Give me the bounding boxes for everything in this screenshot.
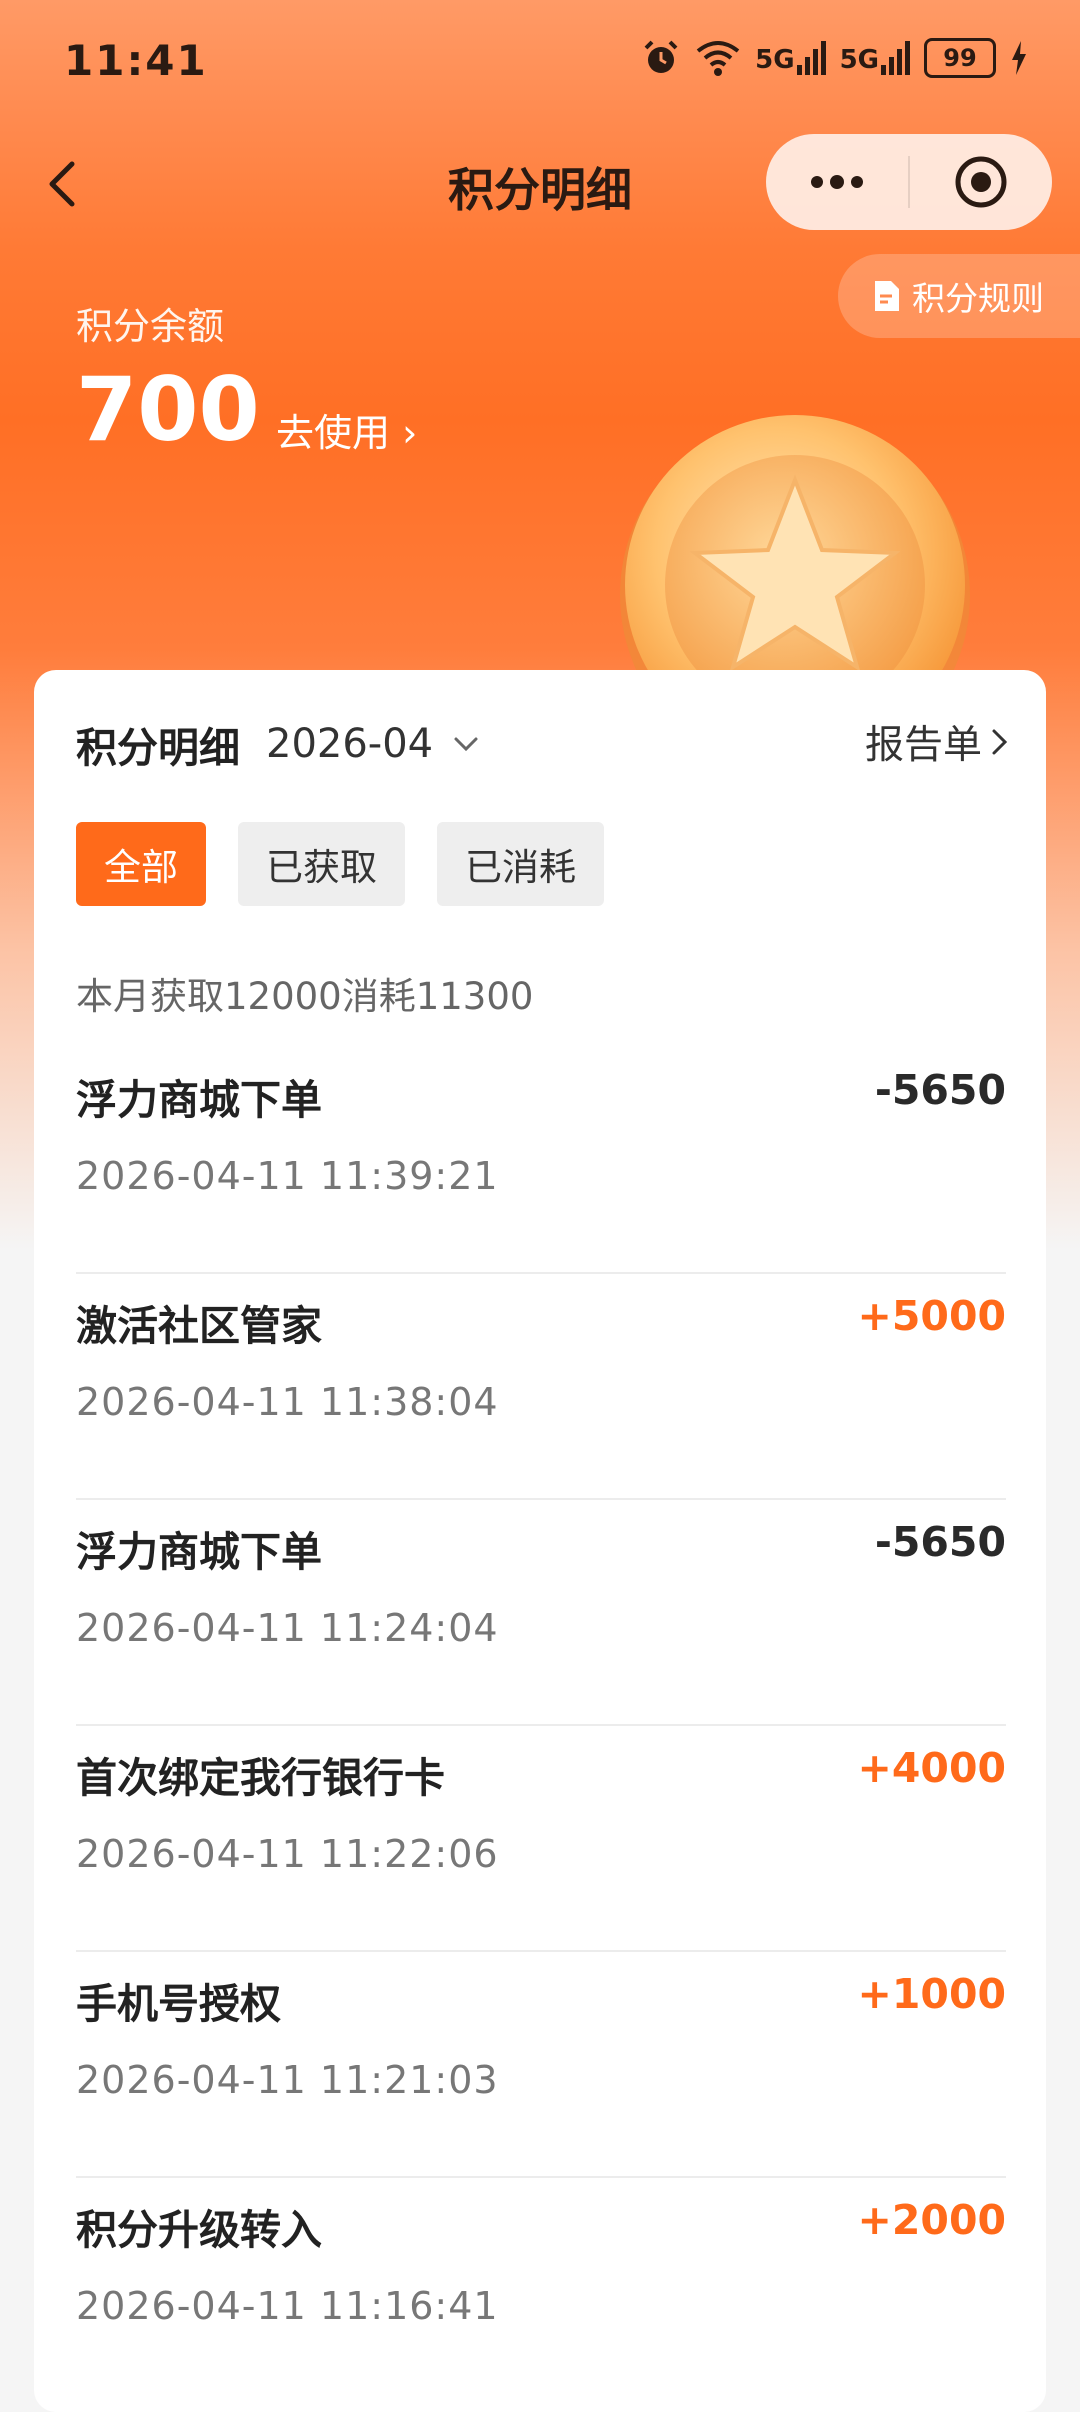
list-item[interactable]: 手机号授权 2026-04-11 11:21:03 +1000 (76, 1952, 1006, 2178)
record-title: 浮力商城下单 (76, 1528, 322, 1576)
record-title: 首次绑定我行银行卡 (76, 1754, 445, 1802)
list-item[interactable]: 首次绑定我行银行卡 2026-04-11 11:22:06 +4000 (76, 1726, 1006, 1952)
balance-label: 积分余额 (76, 305, 224, 348)
more-button[interactable] (766, 134, 908, 230)
points-rules-button[interactable]: 积分规则 (838, 254, 1080, 338)
balance-value: 700 (76, 358, 260, 461)
battery-icon: 99 (924, 38, 996, 78)
navigation-bar: 积分明细 (0, 122, 1080, 250)
record-amount: -5650 (874, 1066, 1006, 1114)
record-date: 2026-04-11 11:21:03 (76, 2058, 499, 2102)
network-type-2: 5G (839, 45, 879, 75)
record-amount: +1000 (857, 1970, 1006, 2018)
alarm-icon (644, 40, 678, 73)
signal-icon: 5G (755, 41, 826, 75)
wifi-icon (696, 41, 740, 76)
record-title: 手机号授权 (76, 1980, 281, 2028)
list-item[interactable]: 积分升级转入 2026-04-11 11:16:41 +2000 (76, 2178, 1006, 2402)
chevron-down-icon[interactable] (451, 729, 481, 759)
points-record-list: 浮力商城下单 2026-04-11 11:39:21 -5650 激活社区管家 … (76, 1048, 1006, 2402)
document-icon (875, 281, 899, 311)
list-item[interactable]: 浮力商城下单 2026-04-11 11:24:04 -5650 (76, 1500, 1006, 1726)
record-date: 2026-04-11 11:16:41 (76, 2284, 499, 2328)
record-amount: -5650 (874, 1518, 1006, 1566)
filter-earned[interactable]: 已获取 (238, 822, 405, 906)
status-icons: 5G 5G 99 (641, 38, 1028, 78)
charging-icon (1012, 41, 1026, 75)
target-icon (955, 156, 1007, 208)
filter-tabs: 全部 已获取 已消耗 (76, 822, 604, 906)
status-bar: 11:41 5G 5G 99 (0, 0, 1080, 122)
card-header: 积分明细 2026-04 (76, 714, 481, 774)
record-date: 2026-04-11 11:38:04 (76, 1380, 499, 1424)
status-time: 11:41 (64, 36, 208, 85)
battery-level: 99 (943, 44, 977, 72)
list-item[interactable]: 激活社区管家 2026-04-11 11:38:04 +5000 (76, 1274, 1006, 1500)
report-link[interactable]: 报告单 (865, 714, 1012, 770)
record-title: 浮力商城下单 (76, 1076, 322, 1124)
filter-spent[interactable]: 已消耗 (437, 822, 604, 906)
card-title: 积分明细 (76, 724, 240, 772)
points-detail-card: 积分明细 2026-04 报告单 全部 已获取 已消耗 本月获取12000消耗1… (34, 670, 1046, 2412)
go-use-link[interactable]: 去使用 › (276, 402, 417, 457)
record-title: 积分升级转入 (76, 2206, 322, 2254)
miniprogram-capsule (766, 134, 1052, 230)
month-selector[interactable]: 2026-04 (266, 721, 433, 767)
month-summary: 本月获取12000消耗11300 (76, 975, 534, 1018)
record-amount: +2000 (857, 2196, 1006, 2244)
list-item[interactable]: 浮力商城下单 2026-04-11 11:39:21 -5650 (76, 1048, 1006, 1274)
network-type-1: 5G (755, 45, 795, 75)
close-miniprogram-button[interactable] (910, 134, 1052, 230)
points-rules-label: 积分规则 (912, 279, 1044, 318)
more-icon (811, 175, 863, 189)
coin-star-icon (620, 415, 970, 705)
chevron-right-icon (992, 729, 1008, 755)
record-title: 激活社区管家 (76, 1302, 322, 1350)
report-label: 报告单 (864, 723, 982, 768)
record-amount: +5000 (857, 1292, 1006, 1340)
record-date: 2026-04-11 11:22:06 (76, 1832, 499, 1876)
record-amount: +4000 (857, 1744, 1006, 1792)
filter-all[interactable]: 全部 (76, 822, 206, 906)
record-date: 2026-04-11 11:24:04 (76, 1606, 499, 1650)
signal-icon-2: 5G (840, 41, 910, 75)
record-date: 2026-04-11 11:39:21 (76, 1154, 499, 1198)
